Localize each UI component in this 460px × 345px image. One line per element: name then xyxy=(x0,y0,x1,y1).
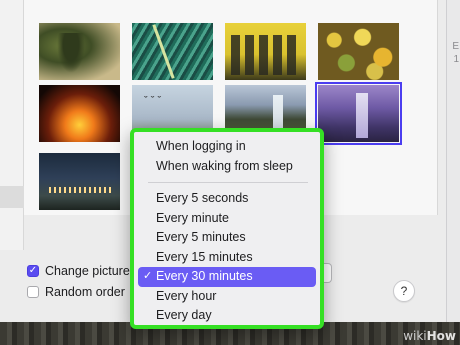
menu-item-every-5-seconds[interactable]: Every 5 seconds xyxy=(138,189,316,209)
menu-item-when-waking-from-sleep[interactable]: When waking from sleep xyxy=(138,157,316,177)
wikihow-watermark: wikiHow xyxy=(403,329,456,343)
checkmark-icon: ✓ xyxy=(28,265,38,276)
menu-item-every-5-minutes[interactable]: Every 5 minutes xyxy=(138,228,316,248)
adjacent-window-edge: E 1 xyxy=(446,0,460,322)
menu-separator xyxy=(148,182,308,183)
menu-item-label: Every 30 minutes xyxy=(156,269,253,283)
menu-item-when-logging-in[interactable]: When logging in xyxy=(138,137,316,157)
menu-item-every-30-minutes[interactable]: ✓ Every 30 minutes xyxy=(138,267,316,287)
checkmark-icon: ✓ xyxy=(143,270,153,282)
menu-item-every-day[interactable]: Every day xyxy=(138,306,316,326)
watermark-prefix: wiki xyxy=(403,329,427,343)
source-list-selection[interactable] xyxy=(0,186,24,208)
random-order-row[interactable]: Random order xyxy=(27,285,125,299)
random-order-label: Random order xyxy=(45,285,125,299)
thumb-purple-waterfall-wallpaper[interactable] xyxy=(315,82,402,145)
thumb-night-town-wallpaper[interactable] xyxy=(39,153,120,210)
source-list xyxy=(0,0,24,250)
change-picture-checkbox[interactable]: ✓ xyxy=(27,265,39,277)
change-picture-label: Change picture: xyxy=(45,264,134,278)
thumb-fireplace-wallpaper[interactable] xyxy=(39,85,120,142)
thumb-peacock-wallpaper[interactable] xyxy=(132,23,213,80)
menu-item-every-hour[interactable]: Every hour xyxy=(138,287,316,307)
menu-item-every-minute[interactable]: Every minute xyxy=(138,209,316,229)
thumb-deer-wallpaper[interactable] xyxy=(39,23,120,80)
menu-item-every-15-minutes[interactable]: Every 15 minutes xyxy=(138,248,316,268)
change-picture-row[interactable]: ✓ Change picture: xyxy=(27,264,133,278)
watermark-suffix: How xyxy=(426,329,456,343)
random-order-checkbox[interactable] xyxy=(27,286,39,298)
change-interval-menu: When logging in When waking from sleep E… xyxy=(130,128,324,329)
help-button[interactable]: ? xyxy=(393,280,415,302)
thumb-gourds-wallpaper[interactable] xyxy=(318,23,399,80)
adjacent-window-label: E 1 xyxy=(452,41,459,65)
thumb-mariachi-wallpaper[interactable] xyxy=(225,23,306,80)
